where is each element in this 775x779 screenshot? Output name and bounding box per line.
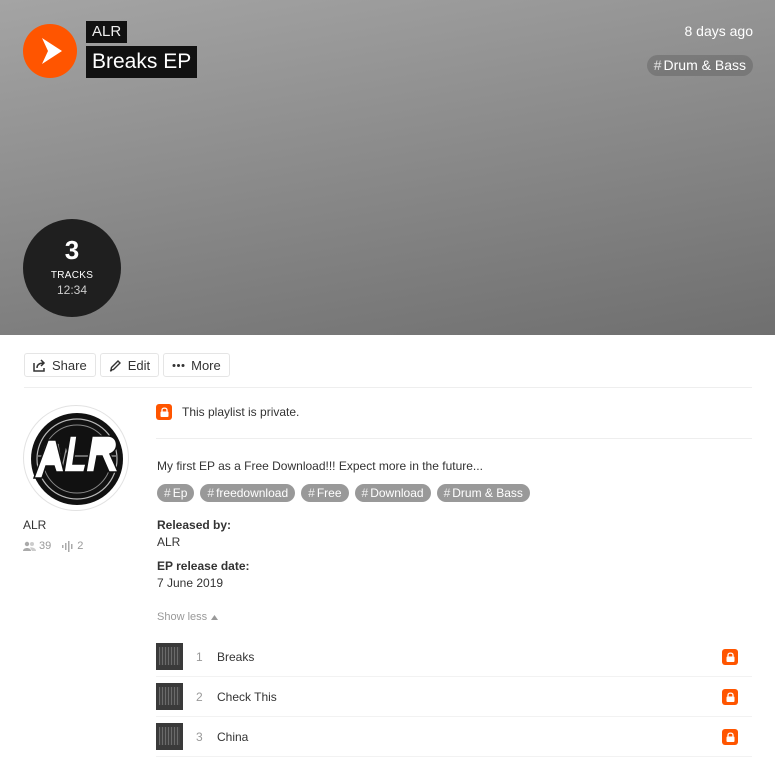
followers-stat[interactable]: 39 [23, 540, 51, 552]
track-title[interactable]: Breaks [217, 650, 254, 664]
play-icon [42, 38, 62, 64]
caret-up-icon [211, 614, 219, 620]
track-number: 2 [196, 689, 203, 704]
tag-label: freedownload [216, 486, 289, 500]
share-icon [33, 358, 46, 372]
uploader-name-link[interactable]: ALR [86, 21, 128, 43]
divider [24, 387, 752, 388]
track-title[interactable]: Check This [217, 690, 277, 704]
action-bar: Share Edit More [24, 353, 230, 377]
release-date-value: 7 June 2019 [157, 576, 224, 590]
playlist-duration: 12:34 [56, 283, 88, 297]
tag-free[interactable]: # Free [301, 484, 349, 502]
hash-icon: # [653, 57, 662, 73]
lock-icon [160, 407, 168, 417]
tag-drum-and-bass[interactable]: # Drum & Bass [436, 484, 530, 502]
genre-tag[interactable]: # Drum & Bass [646, 55, 753, 76]
track-count-label: TRACKS [50, 270, 94, 281]
private-notice: This playlist is private. [156, 404, 299, 420]
track-count-badge: 3 TRACKS 12:34 [23, 219, 121, 317]
track-private-badge [722, 729, 738, 745]
edit-label: Edit [127, 357, 151, 373]
track-row[interactable]: 2 Check This [156, 677, 752, 717]
tag-list: # Ep # freedownload # Free # Download # Drum … [157, 484, 530, 502]
followers-count: 39 [39, 540, 52, 552]
hash-icon: # [164, 486, 171, 500]
more-button[interactable]: More [163, 353, 230, 377]
track-list: 1 Breaks 2 Check This 3 China [156, 637, 752, 757]
private-notice-text: This playlist is private. [182, 405, 300, 419]
tag-label: Ep [172, 486, 188, 500]
waveform-icon [62, 540, 73, 552]
tag-download[interactable]: # Download [354, 484, 431, 502]
tag-freedownload[interactable]: # freedownload [200, 484, 296, 502]
lock-badge [156, 404, 172, 420]
tag-ep[interactable]: # Ep [157, 484, 195, 502]
track-private-badge [722, 649, 738, 665]
hash-icon: # [207, 486, 215, 500]
posted-time: 8 days ago [684, 23, 754, 39]
share-label: Share [52, 357, 87, 373]
play-button[interactable] [23, 24, 77, 78]
followers-icon [23, 541, 36, 551]
track-row[interactable]: 3 China [156, 717, 752, 757]
more-label: More [191, 357, 221, 373]
user-name-link[interactable]: ALR [23, 518, 46, 532]
tag-label: Drum & Bass [452, 486, 523, 500]
released-by-label: Released by: [157, 518, 232, 532]
release-date-label: EP release date: [157, 559, 250, 573]
tracks-count: 2 [77, 540, 84, 552]
track-count: 3 [64, 235, 80, 265]
track-number: 1 [196, 649, 203, 664]
user-avatar[interactable] [23, 405, 129, 511]
playlist-title: Breaks EP [86, 46, 198, 78]
tag-label: Download [370, 486, 424, 500]
track-number: 3 [196, 729, 203, 744]
user-stats: 39 2 [23, 540, 83, 552]
track-title[interactable]: China [217, 730, 248, 744]
divider [156, 438, 752, 439]
track-artwork[interactable] [156, 683, 183, 710]
lock-icon [726, 732, 734, 742]
playlist-hero: ALR Breaks EP 8 days ago # Drum & Bass 3 … [0, 0, 775, 335]
edit-button[interactable]: Edit [99, 353, 160, 377]
share-button[interactable]: Share [24, 353, 96, 377]
tracks-stat[interactable]: 2 [61, 540, 83, 552]
alr-logo-image [31, 413, 123, 505]
lock-icon [726, 692, 734, 702]
track-artwork[interactable] [156, 723, 183, 750]
playlist-description: My first EP as a Free Download!!! Expect… [157, 459, 483, 473]
show-less-label: Show less [157, 611, 208, 623]
pencil-icon [109, 359, 121, 372]
track-row[interactable]: 1 Breaks [156, 637, 752, 677]
track-artwork[interactable] [156, 643, 183, 670]
tag-label: Free [316, 486, 342, 500]
lock-icon [726, 652, 734, 662]
more-dots-icon [172, 363, 185, 367]
released-by-value: ALR [157, 535, 181, 549]
genre-tag-label: Drum & Bass [663, 57, 746, 73]
hash-icon: # [361, 486, 369, 500]
track-private-badge [722, 689, 738, 705]
hash-icon: # [308, 486, 315, 500]
show-less-toggle[interactable]: Show less [157, 611, 219, 623]
hash-icon: # [443, 486, 451, 500]
